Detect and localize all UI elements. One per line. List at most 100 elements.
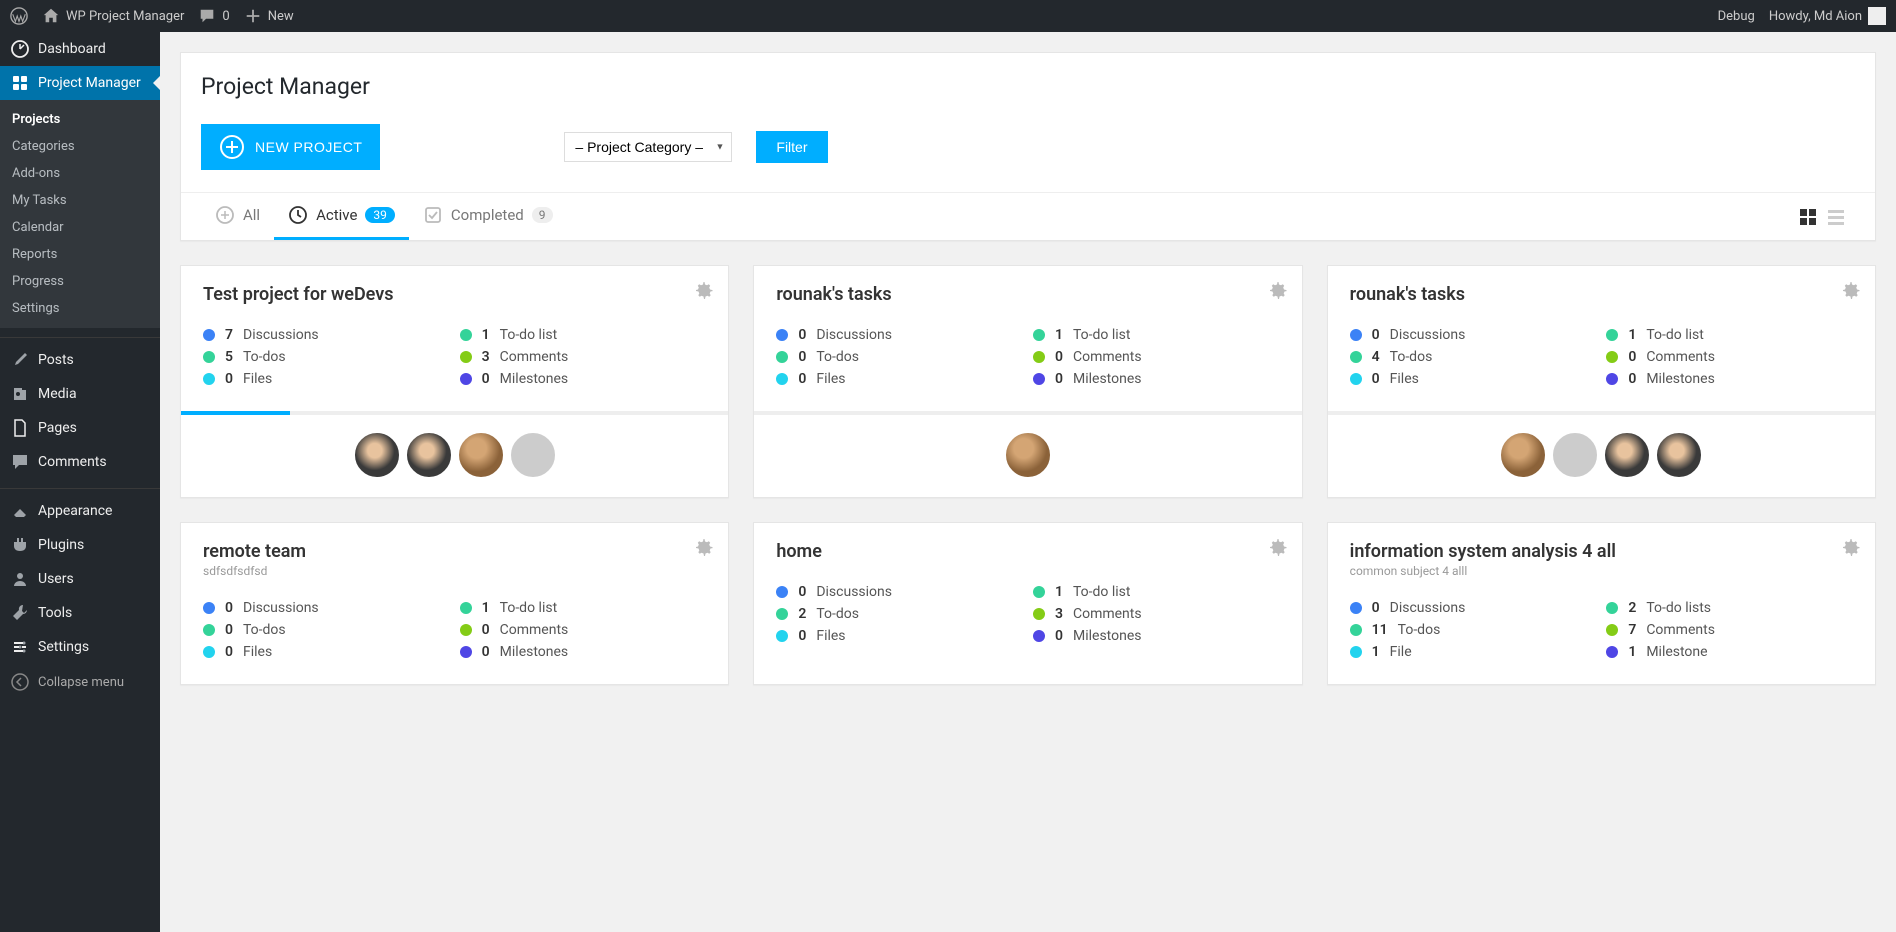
menu-project-manager[interactable]: Project Manager (0, 66, 160, 100)
avatar[interactable] (353, 431, 401, 479)
project-card[interactable]: Test project for weDevs 7 Discussions 1 … (180, 265, 729, 498)
menu-settings[interactable]: Settings (0, 630, 160, 664)
submenu-categories[interactable]: Categories (0, 133, 160, 160)
project-card[interactable]: rounak's tasks 0 Discussions 1 To-do lis… (1327, 265, 1876, 498)
gear-icon[interactable] (1268, 537, 1288, 561)
submenu-addons[interactable]: Add-ons (0, 160, 160, 187)
stat-comments[interactable]: 3 Comments (460, 349, 707, 365)
stat-comments[interactable]: 7 Comments (1606, 622, 1853, 638)
avatar[interactable] (509, 431, 557, 479)
menu-appearance[interactable]: Appearance (0, 494, 160, 528)
stat-files[interactable]: 0 Files (776, 371, 1023, 387)
stat-todolist[interactable]: 1 To-do list (1033, 584, 1280, 600)
stat-discussions[interactable]: 0 Discussions (776, 584, 1023, 600)
submenu-progress[interactable]: Progress (0, 268, 160, 295)
submenu-mytasks[interactable]: My Tasks (0, 187, 160, 214)
grid-view-icon[interactable] (1799, 208, 1817, 226)
avatar[interactable] (1499, 431, 1547, 479)
gear-icon[interactable] (1841, 537, 1861, 561)
menu-plugins[interactable]: Plugins (0, 528, 160, 562)
project-card[interactable]: remote teamsdfsdfsdfsd 0 Discussions 1 T… (180, 522, 729, 685)
menu-comments[interactable]: Comments (0, 445, 160, 479)
menu-pages[interactable]: Pages (0, 411, 160, 445)
category-select[interactable]: – Project Category – (564, 132, 732, 162)
project-stats: 0 Discussions 2 To-do lists 11 To-dos 7 … (1328, 586, 1875, 684)
stat-discussions[interactable]: 7 Discussions (203, 327, 450, 343)
gear-icon[interactable] (694, 537, 714, 561)
stat-comments[interactable]: 0 Comments (460, 622, 707, 638)
debug-link[interactable]: Debug (1718, 9, 1755, 24)
project-subtitle: common subject 4 alll (1350, 564, 1853, 578)
stat-discussions[interactable]: 0 Discussions (203, 600, 450, 616)
stat-discussions[interactable]: 0 Discussions (776, 327, 1023, 343)
stat-todolist[interactable]: 2 To-do lists (1606, 600, 1853, 616)
stat-todos[interactable]: 0 To-dos (203, 622, 450, 638)
stat-files[interactable]: 0 Files (203, 371, 450, 387)
filter-button[interactable]: Filter (756, 131, 827, 163)
stat-milestones[interactable]: 0 Milestones (1606, 371, 1853, 387)
stat-milestones[interactable]: 0 Milestones (1033, 371, 1280, 387)
list-view-icon[interactable] (1827, 208, 1845, 226)
stat-todos[interactable]: 0 To-dos (776, 349, 1023, 365)
gear-icon[interactable] (1268, 280, 1288, 304)
stat-todos[interactable]: 11 To-dos (1350, 622, 1597, 638)
stat-milestones[interactable]: 0 Milestones (460, 371, 707, 387)
submenu-settings[interactable]: Settings (0, 295, 160, 322)
avatar[interactable] (457, 431, 505, 479)
site-link[interactable]: WP Project Manager (42, 7, 184, 25)
project-stats: 7 Discussions 1 To-do list 5 To-dos 3 Co… (181, 313, 728, 411)
stat-discussions[interactable]: 0 Discussions (1350, 327, 1597, 343)
stat-comments[interactable]: 0 Comments (1033, 349, 1280, 365)
submenu-calendar[interactable]: Calendar (0, 214, 160, 241)
gear-icon[interactable] (694, 280, 714, 304)
avatar[interactable] (1004, 431, 1052, 479)
stat-files[interactable]: 1 File (1350, 644, 1597, 660)
user-menu[interactable]: Howdy, Md Aion (1769, 7, 1886, 25)
gear-icon[interactable] (1841, 280, 1861, 304)
avatar[interactable] (1655, 431, 1703, 479)
new-project-button[interactable]: NEW PROJECT (201, 124, 380, 170)
avatar[interactable] (1603, 431, 1651, 479)
menu-tools[interactable]: Tools (0, 596, 160, 630)
avatar[interactable] (1551, 431, 1599, 479)
new-link[interactable]: New (244, 7, 294, 25)
stat-todos[interactable]: 4 To-dos (1350, 349, 1597, 365)
stat-todos[interactable]: 5 To-dos (203, 349, 450, 365)
project-subtitle: sdfsdfsdfsd (203, 564, 706, 578)
stat-files[interactable]: 0 Files (203, 644, 450, 660)
stat-todolist[interactable]: 1 To-do list (1606, 327, 1853, 343)
stat-milestones[interactable]: 1 Milestone (1606, 644, 1853, 660)
stat-todolist[interactable]: 1 To-do list (460, 600, 707, 616)
menu-dashboard[interactable]: Dashboard (0, 32, 160, 66)
tab-active[interactable]: Active39 (274, 193, 409, 240)
stat-discussions[interactable]: 0 Discussions (1350, 600, 1597, 616)
stat-todolist[interactable]: 1 To-do list (1033, 327, 1280, 343)
stat-files[interactable]: 0 Files (1350, 371, 1597, 387)
menu-separator (0, 333, 160, 338)
stat-files[interactable]: 0 Files (776, 628, 1023, 644)
check-icon (423, 205, 443, 225)
stat-todolist[interactable]: 1 To-do list (460, 327, 707, 343)
menu-posts[interactable]: Posts (0, 343, 160, 377)
stat-comments[interactable]: 0 Comments (1606, 349, 1853, 365)
collapse-menu[interactable]: Collapse menu (0, 664, 160, 700)
submenu-reports[interactable]: Reports (0, 241, 160, 268)
comments-link[interactable]: 0 (198, 7, 229, 25)
project-stats: 0 Discussions 1 To-do list 4 To-dos 0 Co… (1328, 313, 1875, 411)
stat-comments[interactable]: 3 Comments (1033, 606, 1280, 622)
project-card[interactable]: information system analysis 4 allcommon … (1327, 522, 1876, 685)
project-card[interactable]: home 0 Discussions 1 To-do list 2 To-dos… (753, 522, 1302, 685)
stat-milestones[interactable]: 0 Milestones (460, 644, 707, 660)
all-icon (215, 205, 235, 225)
wp-logo[interactable] (10, 7, 28, 25)
clock-icon (288, 205, 308, 225)
submenu-projects[interactable]: Projects (0, 106, 160, 133)
avatar[interactable] (405, 431, 453, 479)
tab-completed[interactable]: Completed9 (409, 193, 567, 240)
project-card[interactable]: rounak's tasks 0 Discussions 1 To-do lis… (753, 265, 1302, 498)
tab-all[interactable]: All (201, 193, 274, 240)
stat-milestones[interactable]: 0 Milestones (1033, 628, 1280, 644)
menu-users[interactable]: Users (0, 562, 160, 596)
menu-media[interactable]: Media (0, 377, 160, 411)
stat-todos[interactable]: 2 To-dos (776, 606, 1023, 622)
